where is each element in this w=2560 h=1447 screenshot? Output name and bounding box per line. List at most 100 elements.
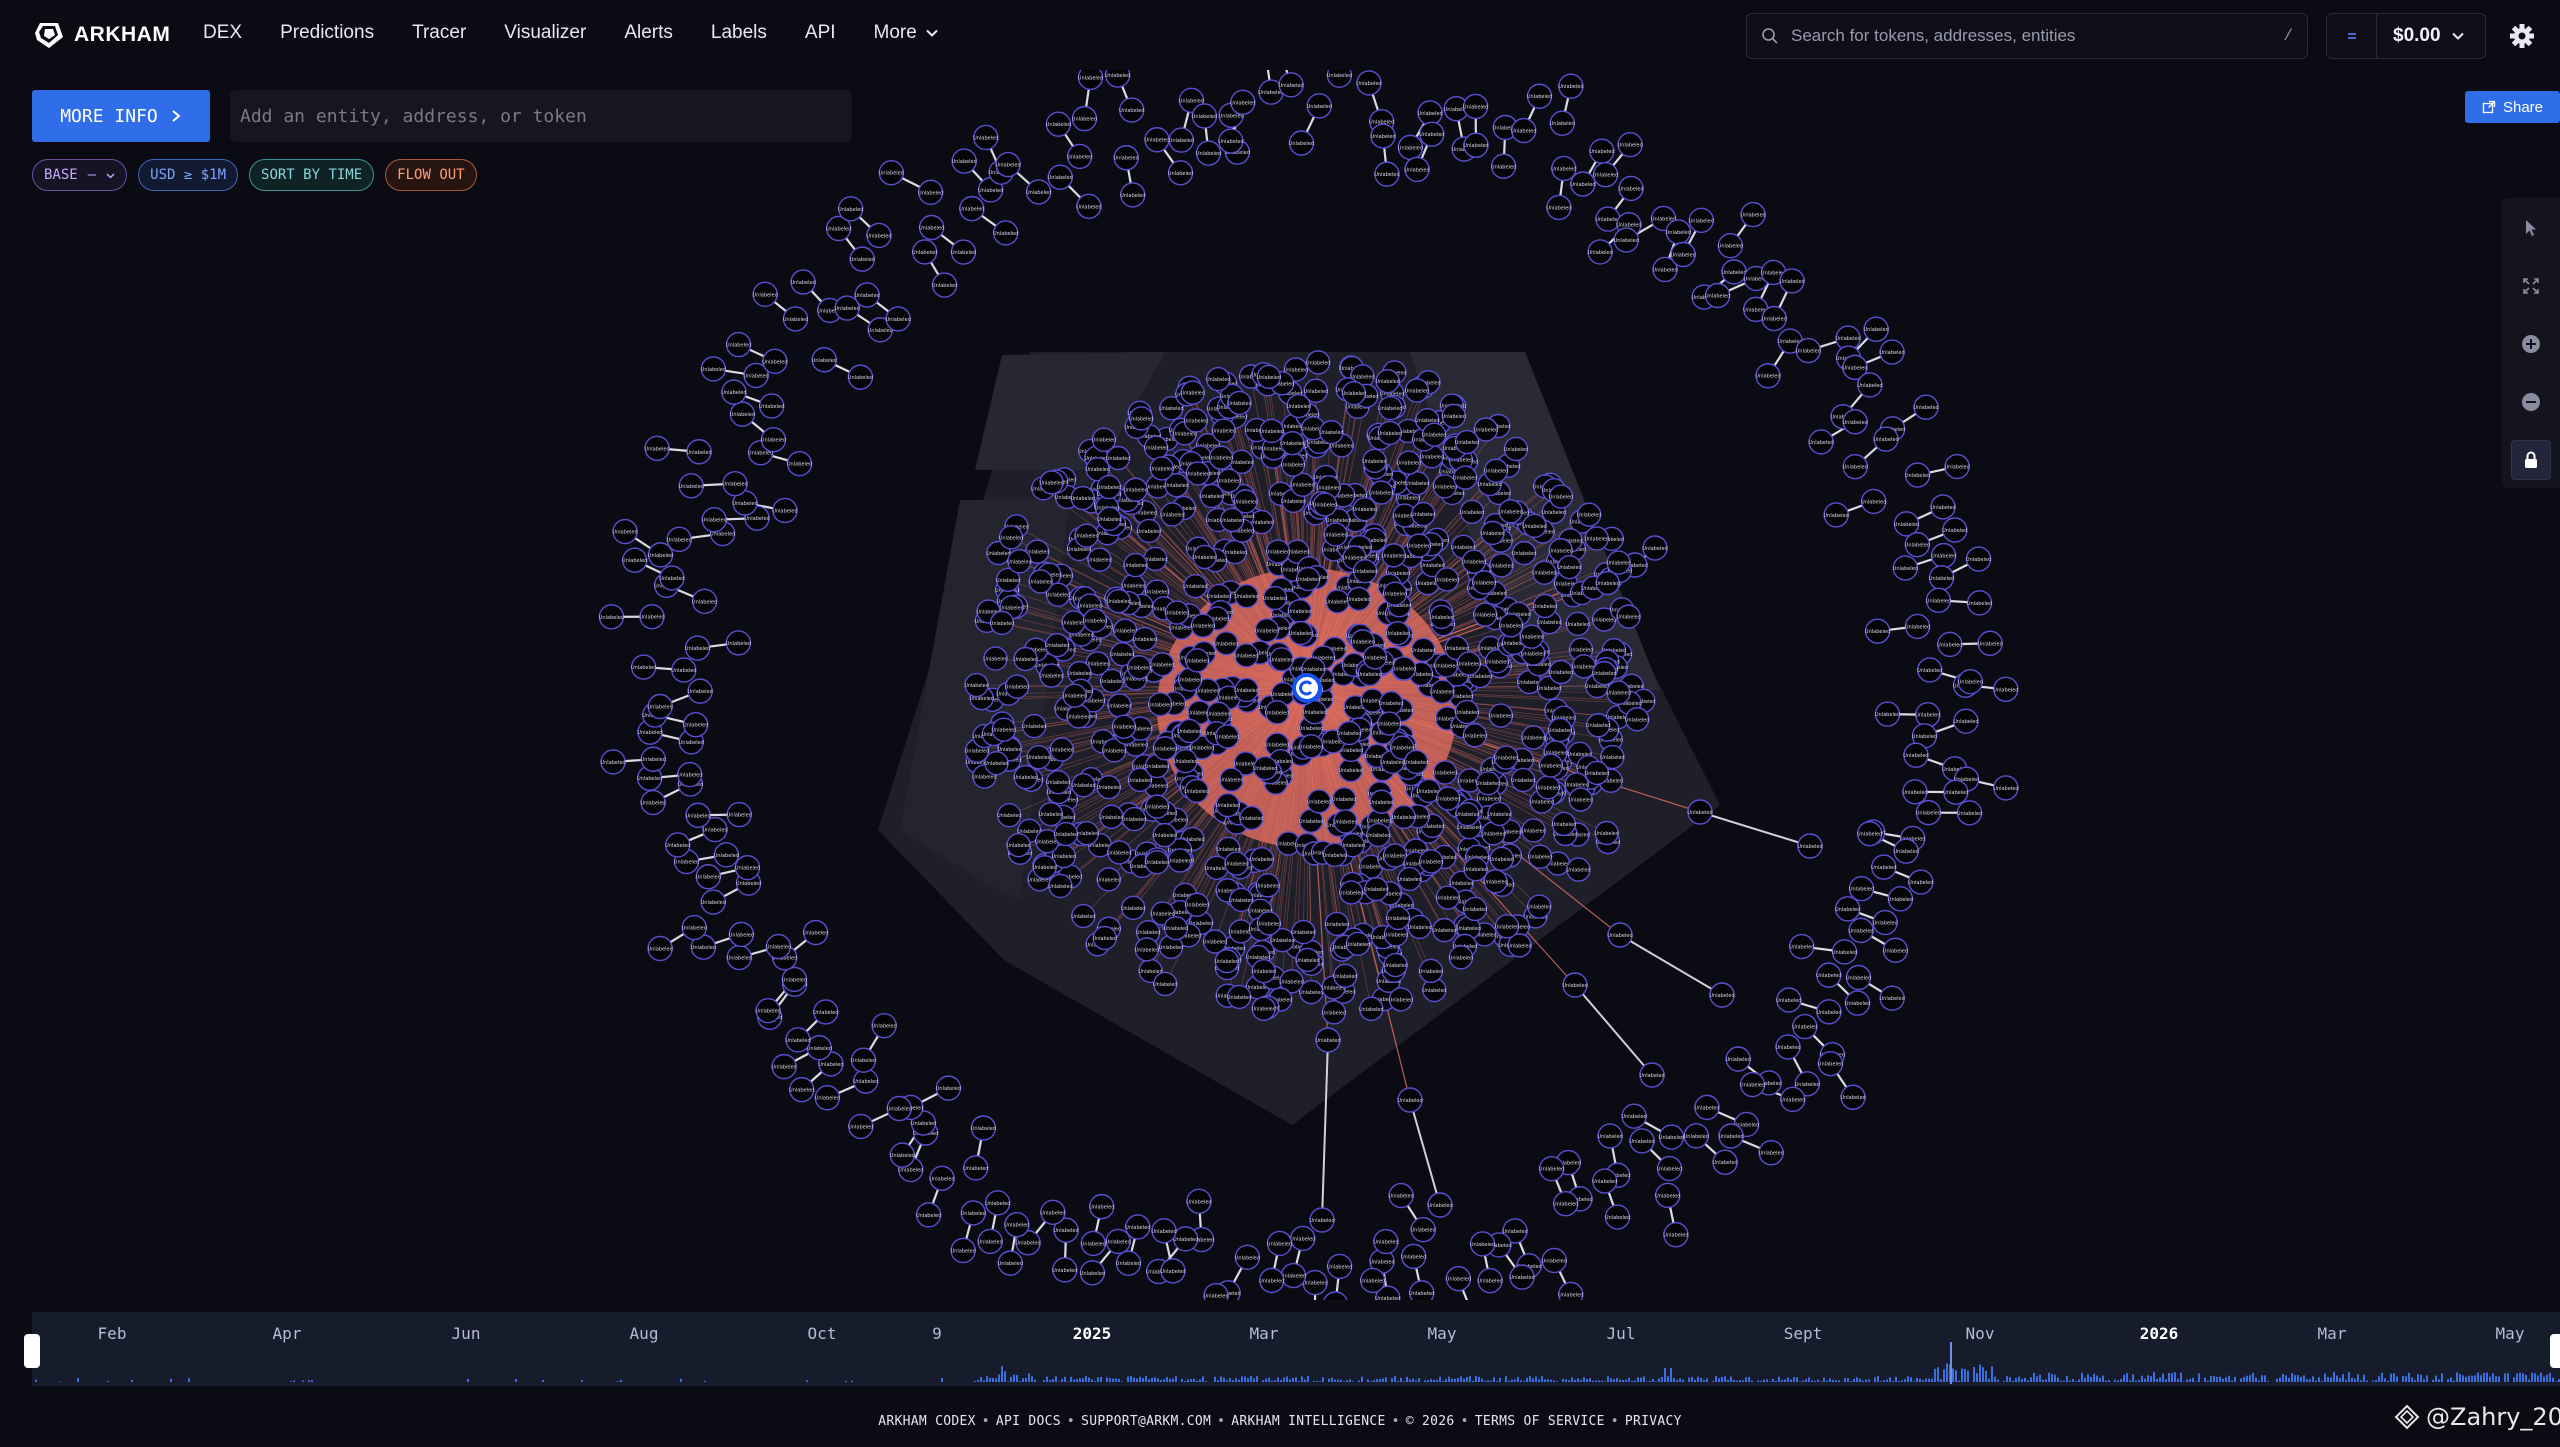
svg-text:Unlabeled: Unlabeled [1775,1045,1800,1051]
svg-text:Unlabeled: Unlabeled [1389,997,1413,1003]
graph-node: Unlabeled [1004,1211,1030,1238]
visualizer-graph[interactable]: UnlabeledUnlabeledUnlabeledUnlabeledUnla… [0,0,2560,1300]
svg-text:Unlabeled: Unlabeled [1053,1228,1078,1234]
zoom-out-tool[interactable] [2511,382,2551,422]
filter-flow-out[interactable]: FLOW OUT [385,159,477,191]
graph-node: Unlabeled [1761,305,1787,332]
zoom-in-tool[interactable] [2511,324,2551,364]
footer-link-privacy[interactable]: PRIVACY [1625,1414,1682,1429]
search-input[interactable] [1791,26,2284,46]
svg-text:Unlabeled: Unlabeled [1401,1254,1426,1260]
histogram-bar [2156,1378,2158,1382]
gear-icon[interactable] [2508,22,2536,50]
fit-view-tool[interactable] [2511,266,2551,306]
svg-text:Unlabeled: Unlabeled [1258,90,1283,96]
graph-node: Unlabeled [640,746,666,772]
footer-link-intelligence[interactable]: ARKHAM INTELLIGENCE [1231,1414,1385,1429]
timeline-start-handle[interactable] [24,1334,40,1368]
graph-node: Unlabeled [1150,652,1175,677]
histogram-bar [1769,1381,1771,1382]
graph-node: Unlabeled [985,1190,1011,1216]
graph-node: Unlabeled [1364,876,1389,902]
svg-text:Unlabeled: Unlabeled [1078,604,1102,610]
graph-node: Unlabeled [1452,465,1478,490]
histogram-bar [1298,1381,1300,1382]
nav-link-api[interactable]: API [805,22,836,44]
svg-text:Unlabeled: Unlabeled [1026,190,1051,196]
histogram-bar [2315,1380,2317,1382]
graph-node: Unlabeled [1333,963,1358,988]
histogram-bar [1148,1379,1150,1382]
filter-usd-threshold[interactable]: USD ≥ $1M [138,159,239,191]
wallet-balance[interactable]: $0.00 [2326,13,2486,59]
svg-text:Unlabeled: Unlabeled [1888,897,1913,903]
graph-node: Unlabeled [785,1027,811,1053]
graph-node: Unlabeled [1280,430,1305,456]
graph-node: Unlabeled [1779,268,1805,294]
share-button[interactable]: Share [2465,91,2560,123]
graph-edge [1409,1099,1441,1206]
graph-node: Unlabeled [1352,558,1378,584]
nav-link-visualizer[interactable]: Visualizer [504,22,586,44]
histogram-bar [2048,1372,2050,1382]
histogram-bar [35,1379,37,1382]
pointer-tool[interactable] [2511,208,2551,248]
filter-sort-by-time[interactable]: SORT BY TIME [249,159,375,191]
graph-node: Unlabeled [1607,922,1633,948]
graph-node: Unlabeled [1873,426,1899,452]
brand[interactable]: ARKHAM [34,20,170,50]
graph-node: Unlabeled [1391,804,1416,830]
zoom-in-icon [2522,335,2540,353]
svg-text:Unlabeled: Unlabeled [1617,143,1642,149]
more-info-button[interactable]: MORE INFO [32,90,210,142]
nav-link-labels[interactable]: Labels [711,22,767,44]
svg-text:Unlabeled: Unlabeled [1652,267,1677,273]
svg-text:Unlabeled: Unlabeled [1339,890,1363,896]
graph-nodes[interactable]: UnlabeledUnlabeledUnlabeledUnlabeledUnla… [598,25,2019,1300]
svg-text:Unlabeled: Unlabeled [1552,822,1576,828]
graph-node: Unlabeled [1377,711,1402,736]
footer-link-support[interactable]: SUPPORT@ARKM.COM [1081,1414,1211,1429]
graph-node: Unlabeled [1306,789,1332,814]
lock-tool[interactable] [2511,440,2551,480]
footer-link-terms[interactable]: TERMS OF SERVICE [1475,1414,1605,1429]
graph-node: Unlabeled [1172,1226,1199,1252]
entity-search-input[interactable] [230,90,852,142]
filter-chain-base[interactable]: BASE — [32,159,128,191]
graph-node: Unlabeled [1234,677,1259,703]
histogram-bar [1577,1378,1579,1382]
histogram-bar [2207,1380,2209,1382]
histogram-bar [1964,1368,1966,1382]
graph-node: Unlabeled [1126,655,1152,680]
graph-node: Unlabeled [1527,844,1553,869]
arkham-logo-icon [35,23,63,48]
footer-link-api-docs[interactable]: API DOCS [996,1414,1061,1429]
nav-link-alerts[interactable]: Alerts [624,22,673,44]
svg-text:Unlabeled: Unlabeled [1234,653,1258,659]
svg-text:Unlabeled: Unlabeled [1252,969,1276,975]
nav-link-dex[interactable]: DEX [203,22,242,44]
graph-node: Unlabeled [1288,130,1315,156]
svg-text:Unlabeled: Unlabeled [677,773,702,779]
histogram-bar [1655,1381,1657,1382]
footer-link-codex[interactable]: ARKHAM CODEX [878,1414,976,1429]
svg-text:Unlabeled: Unlabeled [1879,350,1904,356]
histogram-bar [2522,1373,2524,1382]
histogram-bar [2306,1379,2308,1382]
nav-link-tracer[interactable]: Tracer [412,22,466,44]
author-watermark: @Zahry_20 [2394,1403,2560,1431]
nav-link-more[interactable]: More [874,22,939,44]
timeline-end-handle[interactable] [2550,1334,2560,1368]
graph-node: Unlabeled [1410,1216,1436,1243]
svg-text:Unlabeled: Unlabeled [866,233,891,239]
global-search[interactable]: / [1746,13,2308,59]
svg-text:Unlabeled: Unlabeled [1490,857,1514,863]
svg-text:Unlabeled: Unlabeled [995,163,1020,169]
timeline[interactable]: Feb Apr Jun Aug Oct 9 2025 Mar May Jul S… [24,1312,2560,1386]
graph-node: Unlabeled [1717,232,1744,259]
svg-text:Unlabeled: Unlabeled [1350,639,1374,645]
graph-node: Unlabeled [1776,987,1802,1013]
nav-link-predictions[interactable]: Predictions [280,22,374,44]
graph-node: Unlabeled [1006,832,1031,858]
graph-node: Unlabeled [1871,854,1897,880]
